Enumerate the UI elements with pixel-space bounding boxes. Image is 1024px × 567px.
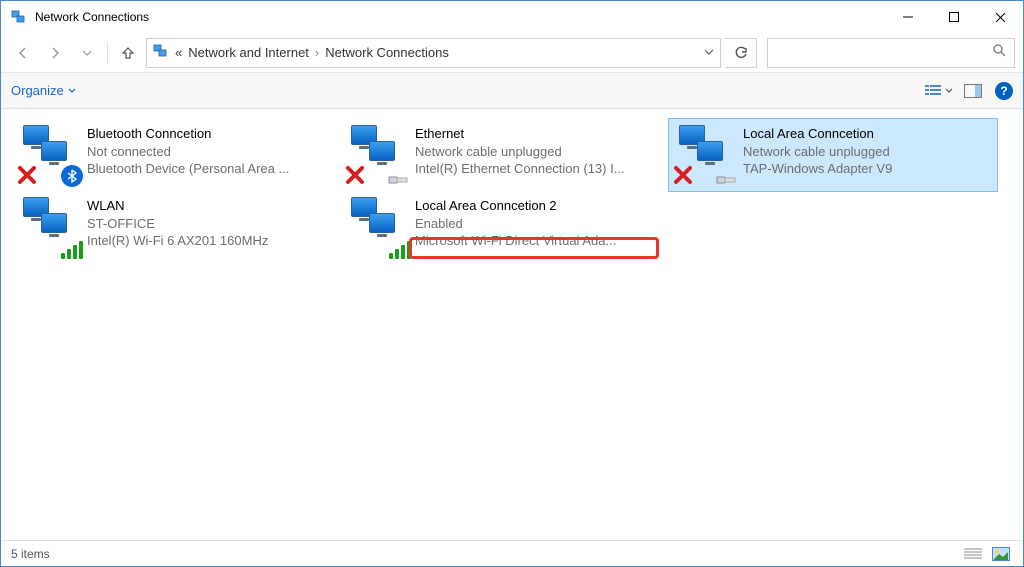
cable-icon xyxy=(389,165,409,185)
error-x-icon xyxy=(17,165,37,185)
connection-status: Enabled xyxy=(415,215,655,233)
connection-item[interactable]: Bluetooth ConncetionNot connectedBluetoo… xyxy=(13,119,341,191)
up-button[interactable] xyxy=(114,39,142,67)
connection-device: Microsoft Wi-Fi Direct Virtual Ada... xyxy=(415,232,655,250)
content-area: Bluetooth ConncetionNot connectedBluetoo… xyxy=(1,109,1023,540)
chevron-down-icon xyxy=(68,87,76,95)
connection-status: ST-OFFICE xyxy=(87,215,327,233)
chevron-right-icon[interactable]: › xyxy=(315,45,319,60)
connection-item[interactable]: Local Area Conncetion 2EnabledMicrosoft … xyxy=(341,191,669,263)
connection-device: Intel(R) Wi-Fi 6 AX201 160MHz xyxy=(87,232,327,250)
connection-name: Local Area Conncetion xyxy=(743,125,983,143)
titlebar: Network Connections xyxy=(1,1,1023,33)
status-bar: 5 items xyxy=(1,540,1023,566)
minimize-button[interactable] xyxy=(885,1,931,33)
connection-status: Network cable unplugged xyxy=(415,143,655,161)
bluetooth-icon xyxy=(61,165,81,185)
forward-button[interactable] xyxy=(41,39,69,67)
recent-dropdown[interactable] xyxy=(73,39,101,67)
connections-grid: Bluetooth ConncetionNot connectedBluetoo… xyxy=(13,119,1011,263)
breadcrumb-part-1[interactable]: Network and Internet xyxy=(188,45,309,60)
adapter-icon xyxy=(347,123,407,183)
connection-device: TAP-Windows Adapter V9 xyxy=(743,160,983,178)
item-count: 5 items xyxy=(11,547,50,561)
icons-view-button[interactable] xyxy=(989,544,1013,564)
connection-name: Local Area Conncetion 2 xyxy=(415,197,655,215)
chevron-down-icon xyxy=(945,87,953,95)
error-x-icon xyxy=(345,165,365,185)
search-box[interactable] xyxy=(767,38,1015,68)
details-view-button[interactable] xyxy=(961,544,985,564)
breadcrumb-icon xyxy=(153,43,169,62)
window-icon xyxy=(11,9,27,25)
connection-device: Intel(R) Ethernet Connection (13) I... xyxy=(415,160,655,178)
connection-name: WLAN xyxy=(87,197,327,215)
connection-item[interactable]: EthernetNetwork cable unpluggedIntel(R) … xyxy=(341,119,669,191)
wifi-signal-icon xyxy=(61,237,81,257)
search-icon xyxy=(992,43,1006,62)
connection-name: Bluetooth Conncetion xyxy=(87,125,327,143)
connection-device: Bluetooth Device (Personal Area ... xyxy=(87,160,327,178)
connection-item[interactable]: Local Area ConncetionNetwork cable unplu… xyxy=(669,119,997,191)
connection-name: Ethernet xyxy=(415,125,655,143)
refresh-button[interactable] xyxy=(725,38,757,68)
adapter-icon xyxy=(347,195,407,255)
connection-status: Not connected xyxy=(87,143,327,161)
adapter-icon xyxy=(675,123,735,183)
connection-item[interactable]: WLANST-OFFICEIntel(R) Wi-Fi 6 AX201 160M… xyxy=(13,191,341,263)
preview-pane-button[interactable] xyxy=(959,79,987,103)
organize-menu[interactable]: Organize xyxy=(11,83,76,98)
breadcrumb-prefix: « xyxy=(175,45,182,60)
adapter-icon xyxy=(19,195,79,255)
navbar: « Network and Internet › Network Connect… xyxy=(1,33,1023,73)
close-button[interactable] xyxy=(977,1,1023,33)
adapter-icon xyxy=(19,123,79,183)
help-button[interactable]: ? xyxy=(995,82,1013,100)
view-options-button[interactable] xyxy=(925,79,953,103)
wifi-signal-icon xyxy=(389,237,409,257)
address-dropdown-icon[interactable] xyxy=(704,45,714,60)
connection-status: Network cable unplugged xyxy=(743,143,983,161)
command-bar: Organize ? xyxy=(1,73,1023,109)
organize-label: Organize xyxy=(11,83,64,98)
back-button[interactable] xyxy=(9,39,37,67)
breadcrumb-part-2[interactable]: Network Connections xyxy=(325,45,449,60)
cable-icon xyxy=(717,165,737,185)
address-bar[interactable]: « Network and Internet › Network Connect… xyxy=(146,38,721,68)
error-x-icon xyxy=(673,165,693,185)
window-title: Network Connections xyxy=(35,10,149,24)
maximize-button[interactable] xyxy=(931,1,977,33)
